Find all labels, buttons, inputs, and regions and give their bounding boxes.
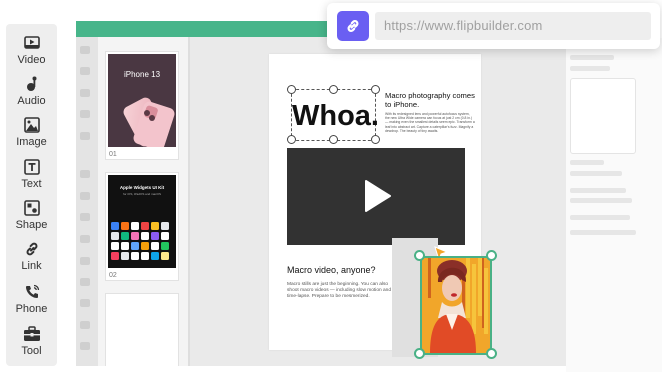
- thumbnail-number: 01: [109, 151, 117, 158]
- text-icon: [22, 157, 42, 177]
- resize-handle[interactable]: [371, 85, 380, 94]
- photo-resize-handle[interactable]: [486, 348, 497, 359]
- url-input[interactable]: https://www.flipbuilder.com: [375, 12, 651, 40]
- tool-tool-label: Tool: [21, 345, 42, 357]
- tool-text[interactable]: Text: [6, 155, 57, 195]
- tool-link[interactable]: Link: [6, 237, 57, 277]
- audio-icon: [22, 74, 42, 94]
- image-icon: [22, 115, 42, 135]
- rail-marker[interactable]: [80, 278, 90, 286]
- macro-body: With its redesigned lens and powerful au…: [385, 112, 475, 133]
- link-icon: [347, 20, 359, 32]
- rail-marker[interactable]: [80, 213, 90, 221]
- url-link-button[interactable]: [337, 11, 369, 41]
- tool-phone-label: Phone: [15, 303, 48, 315]
- headline-text[interactable]: Whoa.: [292, 101, 379, 131]
- shape-icon: [22, 198, 42, 218]
- photo-resize-handle[interactable]: [414, 348, 425, 359]
- panel-placeholder: [570, 198, 632, 203]
- panel-placeholder: [570, 66, 610, 71]
- thumbnail-image: Apple Widgets UI Kit for iOS, iPadOS and…: [108, 175, 176, 268]
- page-thumbnail-list: iPhone 13 01 Apple Widgets UI Kit for iO…: [98, 37, 188, 366]
- phone-image: [123, 97, 175, 147]
- tool-text-label: Text: [21, 178, 42, 190]
- photo-resize-handle[interactable]: [486, 250, 497, 261]
- rail-marker[interactable]: [80, 132, 90, 140]
- resize-handle[interactable]: [329, 135, 338, 144]
- panel-placeholder: [570, 188, 626, 193]
- page-thumbnail-03[interactable]: [105, 293, 179, 366]
- panel-placeholder: [570, 230, 636, 235]
- panel-preview-box[interactable]: [570, 78, 636, 154]
- panel-placeholder: [570, 160, 604, 165]
- rail-marker[interactable]: [80, 299, 90, 307]
- rail-marker[interactable]: [80, 192, 90, 200]
- rail-marker[interactable]: [80, 67, 90, 75]
- rail-marker[interactable]: [80, 110, 90, 118]
- resize-handle[interactable]: [287, 85, 296, 94]
- tool-video[interactable]: Video: [6, 31, 57, 71]
- resize-handle[interactable]: [371, 135, 380, 144]
- phone-icon: [22, 282, 42, 302]
- properties-panel: [566, 36, 662, 372]
- page-thumbnail-01[interactable]: iPhone 13 01: [105, 51, 179, 160]
- page-thumbnail-02[interactable]: Apple Widgets UI Kit for iOS, iPadOS and…: [105, 172, 179, 281]
- url-popup: https://www.flipbuilder.com: [327, 3, 660, 49]
- rail-marker[interactable]: [80, 235, 90, 243]
- rail-marker[interactable]: [80, 321, 90, 329]
- resize-handle[interactable]: [329, 85, 338, 94]
- rail-marker[interactable]: [80, 257, 90, 265]
- tool-audio[interactable]: Audio: [6, 72, 57, 112]
- widget-grid-image: [111, 222, 169, 260]
- portrait-image: [422, 258, 490, 353]
- tool-shape-label: Shape: [15, 219, 48, 231]
- headline-text-box[interactable]: Whoa.: [287, 85, 380, 144]
- photo-resize-handle[interactable]: [414, 250, 425, 261]
- thumbnail-number: 02: [109, 272, 117, 279]
- rail-marker[interactable]: [80, 46, 90, 54]
- tool-link-label: Link: [21, 260, 42, 272]
- panel-placeholder: [570, 215, 630, 220]
- panel-placeholder: [570, 55, 614, 60]
- play-icon[interactable]: [363, 179, 393, 213]
- app-screen: Video Audio Image Text Shape Link Phone …: [0, 0, 662, 372]
- selected-photo[interactable]: [420, 256, 492, 355]
- thumbnail-rail: [76, 37, 98, 366]
- rail-marker[interactable]: [80, 342, 90, 350]
- toolbox-icon: [22, 324, 42, 344]
- link-icon: [22, 239, 42, 259]
- section-body: Macro stills are just the beginning. You…: [287, 282, 391, 299]
- tool-video-label: Video: [17, 54, 46, 66]
- panel-divider: [188, 37, 190, 366]
- tool-image[interactable]: Image: [6, 113, 57, 153]
- tool-image-label: Image: [16, 136, 47, 148]
- video-player[interactable]: [287, 148, 465, 245]
- thumbnail-image: iPhone 13: [108, 54, 176, 147]
- tool-phone[interactable]: Phone: [6, 280, 57, 320]
- section-title: Macro video, anyone?: [287, 265, 376, 275]
- tool-audio-label: Audio: [17, 95, 46, 107]
- editor-window: iPhone 13 01 Apple Widgets UI Kit for iO…: [76, 21, 566, 366]
- resize-handle[interactable]: [287, 135, 296, 144]
- video-icon: [22, 33, 42, 53]
- panel-placeholder: [570, 171, 622, 176]
- macro-title: Macro photography comes to iPhone.: [385, 91, 475, 109]
- rail-marker[interactable]: [80, 170, 90, 178]
- tool-shape[interactable]: Shape: [6, 196, 57, 236]
- rail-marker[interactable]: [80, 89, 90, 97]
- tool-sidebar: Video Audio Image Text Shape Link Phone …: [6, 24, 57, 366]
- tool-tool[interactable]: Tool: [6, 322, 57, 362]
